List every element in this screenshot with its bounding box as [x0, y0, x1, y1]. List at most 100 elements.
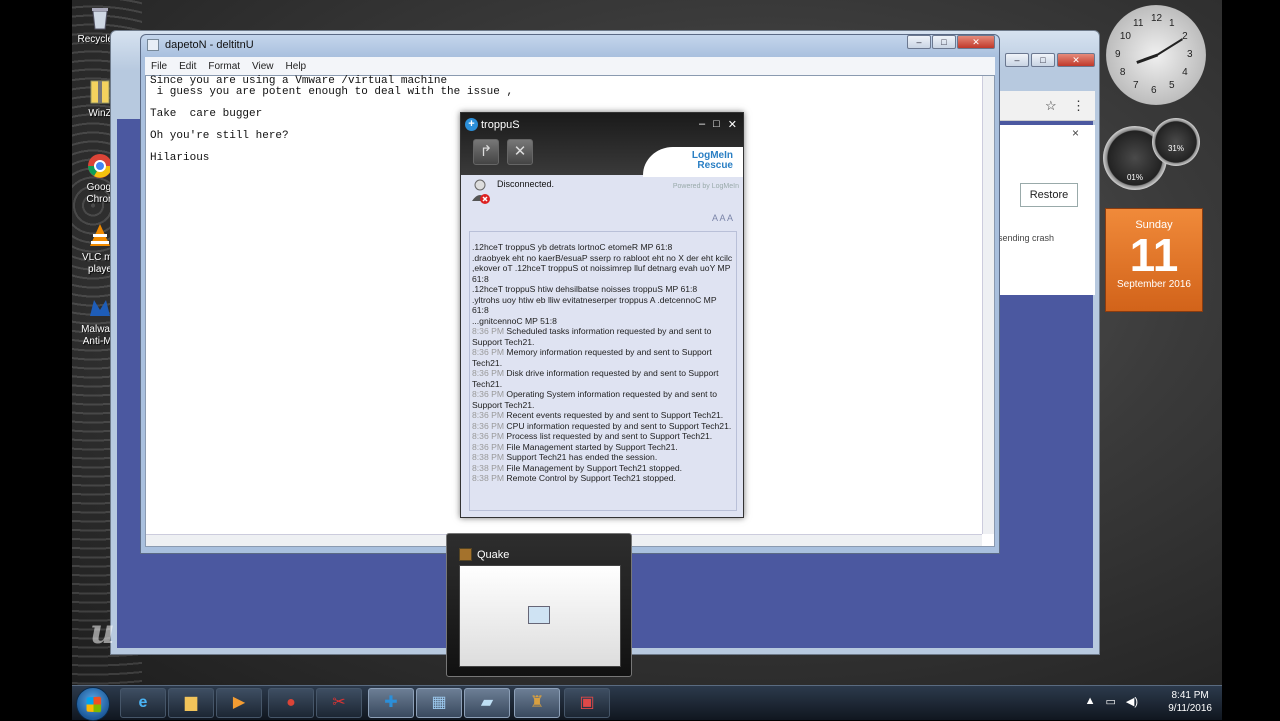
minimize-button[interactable]: – — [907, 35, 931, 49]
close-button[interactable]: ✕ — [728, 118, 737, 131]
taskbar-media-player[interactable]: ▶ — [216, 688, 262, 718]
log-entry-time: 8:36 PM — [472, 347, 507, 357]
log-entry-text: .draobyek eht no kaerB/esuaP sserp ro ra… — [472, 252, 733, 284]
clock-number: 4 — [1182, 67, 1188, 78]
bookmark-star-icon[interactable]: ☆ — [1045, 98, 1057, 114]
log-entry-time: 8:38 PM — [472, 473, 507, 483]
logmein-rescue-logo: LogMeIn Rescue — [692, 151, 733, 171]
log-entry-text: .yltrohs uoy htiw eb lliw evitatneserper… — [472, 294, 717, 316]
clock-gadget[interactable]: 12 1 2 3 4 5 6 7 8 9 10 11 — [1106, 5, 1206, 105]
taskbar-remote[interactable]: ▦ — [416, 688, 462, 718]
close-button[interactable]: ✕ — [957, 35, 995, 49]
log-entry-text: Recent events requested by and sent to S… — [506, 410, 724, 420]
restore-button[interactable]: Restore — [1020, 183, 1078, 207]
snipping-tool-icon: ✂ — [332, 694, 346, 711]
vertical-scrollbar[interactable] — [982, 76, 994, 534]
notepad-icon: ▰ — [480, 694, 494, 711]
menu-help[interactable]: Help — [286, 61, 307, 72]
desktop: Recycle B WinZ Googl Chron VLC me playe … — [72, 0, 1222, 685]
log-entry-time: 8:36 PM — [472, 389, 507, 399]
crash-text: sending crash — [998, 233, 1055, 243]
menu-bar: File Edit Format View Help — [145, 57, 995, 75]
close-button[interactable]: ✕ — [1057, 53, 1095, 67]
share-button[interactable]: ↱ — [473, 139, 499, 165]
log-entry: 8:38 PM Remote Control by Support Tech21… — [472, 473, 734, 484]
log-entry-text: Memory information requested by and sent… — [472, 347, 712, 368]
minute-hand — [1156, 38, 1183, 56]
log-entry-text: .12hceT troppuS htiw dehsilbatse noisses… — [472, 284, 698, 294]
log-entry: 8:36 PM Disk drive information requested… — [472, 368, 734, 389]
log-entry: 8:36 PM File Management started by Suppo… — [472, 442, 734, 453]
logmein-icon: ✚ — [384, 694, 398, 711]
log-entry-text: Disk drive information requested by and … — [472, 368, 719, 389]
memory-meter-gadget[interactable]: 31% — [1152, 118, 1200, 166]
menu-file[interactable]: File — [151, 61, 167, 72]
network-icon[interactable]: ▭ — [1105, 695, 1115, 708]
support-window[interactable]: + troppuS – □ ✕ ↱ ✕ LogMeIn Rescue Power… — [460, 112, 744, 518]
quake-icon: ♜ — [529, 694, 545, 711]
notepad-icon — [147, 39, 159, 51]
log-entry-time: 8:36 PM — [472, 410, 507, 420]
browser-menu-icon[interactable]: ⋮ — [1072, 98, 1085, 114]
clock-number: 3 — [1187, 49, 1193, 60]
minimize-button[interactable]: – — [699, 118, 705, 131]
log-entry-text: Support Tech21 has ended the session. — [506, 452, 658, 462]
log-entry-time: 8:36 PM — [472, 431, 507, 441]
preview-image[interactable] — [459, 565, 621, 667]
clock-number: 9 — [1115, 49, 1121, 60]
logo-line-2: Rescue — [697, 160, 733, 171]
log-entry-text: ...gnitcennoC MP 51:8 — [472, 315, 557, 326]
clock-number: 7 — [1133, 80, 1139, 92]
log-entry-text: File Management started by Support Tech2… — [506, 441, 678, 452]
show-hidden-icons-icon[interactable]: ▲ — [1085, 695, 1096, 708]
support-window-controls: – □ ✕ — [699, 118, 737, 131]
clock-number: 10 — [1119, 31, 1131, 42]
taskbar-toolbox[interactable]: ▣ — [564, 688, 610, 718]
wallpaper-watermark: u — [90, 612, 115, 652]
log-entry: 8:36 PM Recent events requested by and s… — [472, 410, 734, 421]
clock-number: 11 — [1133, 17, 1144, 29]
start-button[interactable] — [76, 687, 110, 721]
taskbar-notepad[interactable]: ▰ — [464, 688, 510, 718]
maximize-button[interactable]: □ — [1031, 53, 1055, 67]
maximize-button[interactable]: □ — [713, 118, 720, 131]
log-entry: 8:36 PM Process list requested by and se… — [472, 431, 734, 442]
clock-number: 6 — [1151, 85, 1157, 96]
taskbar-internet-explorer[interactable]: e — [120, 688, 166, 718]
calendar-gadget[interactable]: Sunday 11 September 2016 — [1105, 208, 1203, 312]
font-size-selector[interactable]: A A A — [712, 213, 733, 223]
taskbar-quake[interactable]: ♜ — [514, 688, 560, 718]
log-entry: 8:36 PM CPU information requested by and… — [472, 421, 734, 432]
remote-icon: ▦ — [431, 694, 447, 711]
connection-status: Disconnected. — [497, 179, 555, 189]
file-explorer-icon: ▆ — [184, 694, 198, 711]
editor-text[interactable]: Since you are using a Vmware /virtual ma… — [150, 76, 513, 164]
log-entry-time: 8:38 PM — [472, 462, 507, 473]
taskbar-chrome[interactable]: ● — [268, 688, 314, 718]
menu-format[interactable]: Format — [208, 61, 240, 72]
taskbar-logmein[interactable]: ✚ — [368, 688, 414, 718]
quake-icon — [459, 548, 472, 561]
menu-edit[interactable]: Edit — [179, 61, 196, 72]
log-entry: .12hceT troppuS htiw dehsilbatse noisses… — [472, 284, 734, 295]
clock-number: 2 — [1182, 31, 1188, 42]
support-app-icon: + — [465, 118, 478, 131]
menu-view[interactable]: View — [252, 61, 274, 72]
maximize-button[interactable]: □ — [932, 35, 956, 49]
quake-thumbnail-preview[interactable]: Quake — [446, 533, 632, 677]
chat-log: .12hceT troppuS yb detrats lortnoC etome… — [469, 231, 737, 511]
log-entry-text: Process list requested by and sent to Su… — [506, 431, 713, 441]
recycle-bin-icon — [92, 8, 108, 30]
volume-icon[interactable]: ◀) — [1126, 695, 1138, 708]
log-entry: .12hceT troppuS yb detrats lortnoC etome… — [472, 242, 734, 253]
memory-meter-value: 31% — [1167, 144, 1184, 153]
taskbar-file-explorer[interactable]: ▆ — [168, 688, 214, 718]
close-icon[interactable]: × — [1072, 126, 1079, 140]
end-session-button[interactable]: ✕ — [507, 139, 533, 165]
log-entry: 8:38 PM Support Tech21 has ended the ses… — [472, 452, 734, 463]
system-tray: ▲ ▭ ◀) — [1085, 695, 1138, 708]
minimize-button[interactable]: – — [1005, 53, 1029, 67]
clock-number: 8 — [1119, 67, 1126, 78]
taskbar-snipping-tool[interactable]: ✂ — [316, 688, 362, 718]
system-clock[interactable]: 8:41 PM 9/11/2016 — [1168, 689, 1212, 715]
